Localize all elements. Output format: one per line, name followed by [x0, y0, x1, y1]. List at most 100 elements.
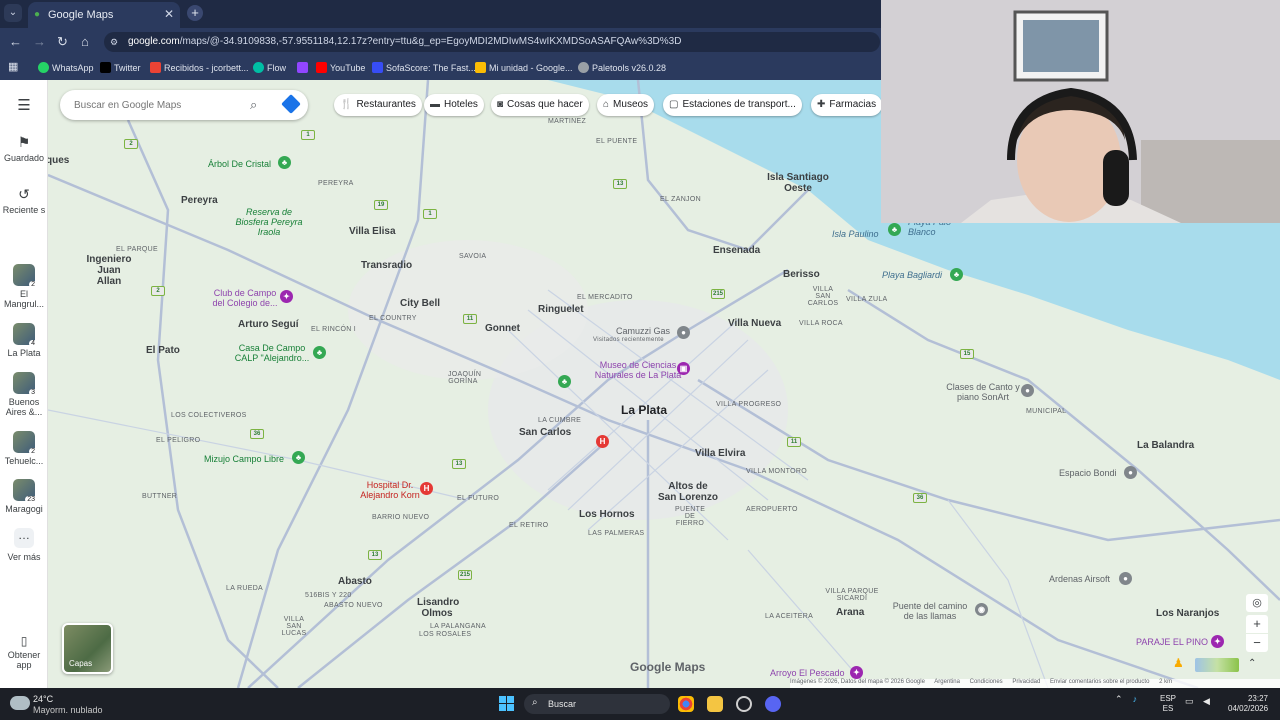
apps-grid-icon[interactable]: ▦	[8, 60, 18, 73]
recent-place-maragogi[interactable]: 23 Maragogi	[0, 479, 48, 514]
reload-icon[interactable]: ↻	[57, 34, 68, 50]
layers-button[interactable]: Capas	[62, 623, 113, 674]
poi-ardenas-airsoft[interactable]: Ardenas Airsoft	[1049, 574, 1110, 584]
poi-mizujo-campo-libre[interactable]: Mizujo Campo Libre	[204, 454, 284, 464]
zoom-out-button[interactable]: −	[1246, 634, 1268, 652]
search-icon[interactable]: ⌕	[250, 97, 257, 113]
input-language[interactable]: ESP ES	[1160, 694, 1176, 714]
scale-bar[interactable]: 2 km	[1159, 679, 1172, 685]
map-label-berisso[interactable]: Berisso	[783, 269, 820, 280]
map-label-playa-bagliardi[interactable]: Playa Bagliardi	[882, 270, 942, 280]
map-label-arturo-segui[interactable]: Arturo Seguí	[238, 319, 299, 330]
bookmark-twitch[interactable]	[297, 62, 311, 73]
map-label-isla-santiago-oeste[interactable]: Isla Santiago Oeste	[766, 172, 830, 194]
poi-hospital-korn[interactable]: Hospital Dr. Alejandro Korn	[354, 480, 426, 500]
hospital-pin-icon[interactable]: H	[420, 482, 433, 495]
more-button[interactable]: … Ver más	[0, 528, 48, 562]
tab-google-maps[interactable]: ● Google Maps ✕	[28, 2, 180, 28]
chip-estaciones-de-transporte[interactable]: ▢ Estaciones de transport...	[663, 94, 802, 116]
taskbar-search[interactable]: ⌕ Buscar	[524, 694, 670, 714]
poi-museo-ciencias-naturales[interactable]: Museo de Ciencias Naturales de La Plata	[590, 360, 686, 380]
hospital-pin-icon[interactable]: H	[596, 435, 609, 448]
map-label-los-naranjos[interactable]: Los Naranjos	[1156, 608, 1219, 619]
chevron-up-icon[interactable]: ⌃	[1115, 694, 1123, 704]
map-label-city-bell[interactable]: City Bell	[400, 298, 440, 309]
club-pin-icon[interactable]: ✦	[280, 290, 293, 303]
chip-farmacias[interactable]: ✚ Farmacias	[811, 94, 883, 116]
poi-reserva-de-biosfera[interactable]: Reserva de Biosfera Pereyra Iraola	[234, 207, 304, 237]
map-label-el-pato[interactable]: El Pato	[146, 345, 180, 356]
park-pin-icon[interactable]: ♣	[292, 451, 305, 464]
map-label-villa-elisa[interactable]: Villa Elisa	[349, 226, 396, 237]
map-label-gonnet[interactable]: Gonnet	[485, 323, 520, 334]
recent-place-buenos-aires[interactable]: 3 Buenos Aires &...	[0, 372, 48, 417]
park-pin-icon[interactable]: ♣	[278, 156, 291, 169]
map-label-abasto[interactable]: Abasto	[338, 576, 372, 587]
map-label-lisandro-olmos[interactable]: Lisandro Olmos	[417, 597, 459, 619]
map-label-ensenada[interactable]: Ensenada	[713, 245, 760, 256]
privacy-link[interactable]: Privacidad	[1012, 679, 1040, 685]
windows-start-icon[interactable]	[499, 696, 515, 712]
place-pin-icon[interactable]: ✦	[1211, 635, 1224, 648]
weather-description[interactable]: Mayorm. nublado	[33, 705, 103, 715]
home-icon[interactable]: ⌂	[81, 34, 89, 49]
map-label-la-balandra[interactable]: La Balandra	[1137, 440, 1194, 451]
bookmark-flow[interactable]: Flow	[253, 62, 286, 73]
map-label-los-hornos[interactable]: Los Hornos	[579, 509, 635, 520]
map-label-transradio[interactable]: Transradio	[361, 260, 412, 271]
place-pin-icon[interactable]: ●	[677, 326, 690, 339]
map-label-isla-paulino[interactable]: Isla Paulino	[832, 229, 879, 239]
poi-clases-de-canto[interactable]: Clases de Canto y piano SonArt	[946, 382, 1020, 402]
bookmark-gmail[interactable]: Recibidos - jcorbett...	[150, 62, 249, 73]
poi-puente-del-camino[interactable]: Puente del camino de las llamas	[888, 601, 972, 621]
url-field[interactable]: google.com/maps/@-34.9109838,-57.9551184…	[104, 32, 880, 52]
terms-link[interactable]: Condiciones	[970, 679, 1003, 685]
poi-paraje-el-pino[interactable]: PARAJE EL PINO	[1136, 637, 1208, 647]
chrome-icon[interactable]	[678, 696, 694, 712]
back-arrow-icon[interactable]: ←	[9, 34, 22, 49]
chip-hoteles[interactable]: ▬ Hoteles	[424, 94, 484, 116]
park-pin-icon[interactable]: ♣	[950, 268, 963, 281]
volume-icon[interactable]: ◀	[1203, 696, 1210, 707]
map-label-pereyra[interactable]: Pereyra	[181, 195, 218, 206]
museum-pin-icon[interactable]: ▣	[677, 362, 690, 375]
map-label-altos-de-san-lorenzo[interactable]: Altos de San Lorenzo	[658, 481, 718, 503]
map-label-ringuelet[interactable]: Ringuelet	[538, 304, 584, 315]
discord-icon[interactable]	[765, 696, 781, 712]
expand-icon[interactable]: ⌃	[1248, 658, 1256, 669]
map-label-arana[interactable]: Arana	[836, 607, 864, 618]
tab-search-button[interactable]: ⌄	[4, 4, 22, 22]
poi-espacio-bondi[interactable]: Espacio Bondi	[1059, 468, 1117, 478]
bookmark-youtube[interactable]: YouTube	[316, 62, 365, 73]
park-pin-icon[interactable]: ♣	[558, 375, 571, 388]
map-type-thumbnails[interactable]	[1195, 658, 1239, 672]
poi-club-de-campo[interactable]: Club de Campo del Colegio de...	[210, 288, 280, 308]
cloud-icon[interactable]	[10, 696, 30, 710]
close-tab-icon[interactable]: ✕	[164, 7, 174, 21]
attribution-country[interactable]: Argentina	[934, 679, 960, 685]
park-pin-icon[interactable]: ♣	[313, 346, 326, 359]
weather-temperature[interactable]: 24°C	[33, 694, 53, 704]
park-pin-icon[interactable]: ♣	[888, 223, 901, 236]
place-pin-icon[interactable]: ●	[1124, 466, 1137, 479]
bookmark-sofascore[interactable]: SofaScore: The Fast...	[372, 62, 476, 73]
clock[interactable]: 23:27 04/02/2026	[1228, 694, 1268, 714]
saved-button[interactable]: ⚑ Guardado	[0, 134, 48, 163]
camera-pin-icon[interactable]: ◉	[975, 603, 988, 616]
poi-arbol-de-cristal[interactable]: Árbol De Cristal	[208, 159, 271, 169]
network-icon[interactable]: ▭	[1185, 696, 1194, 707]
microphone-icon[interactable]: ♪	[1133, 694, 1138, 704]
map-label-san-carlos[interactable]: San Carlos	[519, 427, 571, 438]
recent-place-tehuelches[interactable]: 2 Tehuelc...	[0, 431, 48, 466]
poi-arroyo-el-pescado[interactable]: Arroyo El Pescado	[770, 668, 845, 678]
place-pin-icon[interactable]: ●	[1119, 572, 1132, 585]
bookmark-drive[interactable]: Mi unidad - Google...	[475, 62, 573, 73]
recents-button[interactable]: ↺ Reciente s	[0, 186, 48, 215]
search-input[interactable]	[72, 96, 242, 114]
directions-icon[interactable]	[281, 94, 301, 114]
menu-icon[interactable]: ☰	[0, 96, 48, 114]
chip-museos[interactable]: ⌂ Museos	[597, 94, 655, 116]
poi-casa-de-campo[interactable]: Casa De Campo CALP "Alejandro...	[234, 343, 310, 363]
feedback-link[interactable]: Enviar comentarios sobre el producto	[1050, 679, 1149, 685]
map-label-la-plata[interactable]: La Plata	[621, 403, 667, 417]
